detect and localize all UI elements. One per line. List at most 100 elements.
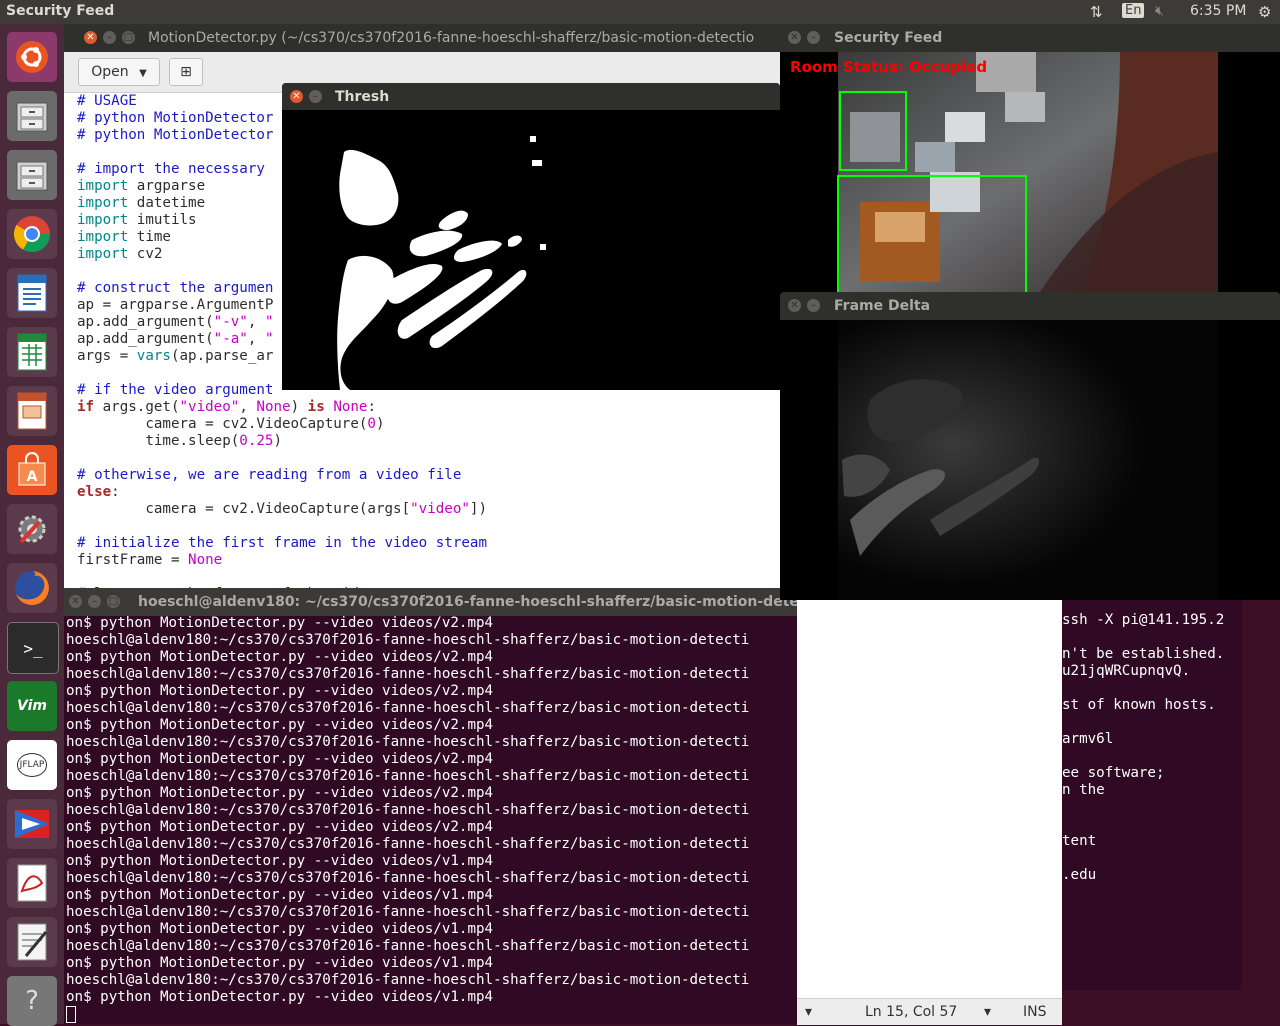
help-icon[interactable]: ? [7, 976, 57, 1026]
jflap-icon[interactable]: JFLAP [7, 740, 57, 790]
code-token: ap.add_argument( [77, 314, 214, 330]
code-line[interactable]: camera = cv2.VideoCapture(0) [77, 416, 487, 433]
maximize-icon[interactable]: □ [122, 31, 135, 44]
close-icon[interactable]: ✕ [788, 299, 801, 312]
terminal-line: on$ python MotionDetector.py --video vid… [66, 785, 494, 801]
code-token: : [111, 484, 120, 500]
close-icon[interactable]: ✕ [788, 31, 801, 44]
open-button[interactable]: Open ▼ [78, 58, 160, 86]
volume-muted-icon[interactable]: 🔇︎ [1155, 3, 1164, 19]
language-dropdown-arrow-icon[interactable]: ▾ [805, 1004, 812, 1020]
close-icon[interactable]: ✕ [69, 595, 82, 608]
security-feed-window[interactable]: ✕ – Security Feed Room Status: Occupied [780, 24, 1280, 294]
code-token: args = [77, 348, 137, 364]
settings-gear-icon[interactable]: ⚙ [1258, 3, 1271, 21]
vim-glyph: Vim [17, 698, 47, 714]
minimize-icon[interactable]: – [88, 595, 101, 608]
new-document-button[interactable]: ⊞ [169, 58, 203, 86]
background-terminal-line: ssh -X pi@141.195.2 [1062, 612, 1225, 628]
close-icon[interactable]: ✕ [290, 90, 303, 103]
file-cabinet-icon[interactable] [7, 91, 57, 141]
frame-delta-window[interactable]: ✕ – Frame Delta [780, 292, 1280, 600]
writer-document-icon[interactable] [7, 268, 57, 318]
code-token: "video" [410, 501, 470, 517]
document-viewer-icon[interactable] [7, 858, 57, 908]
code-token: # python MotionDetector [77, 110, 274, 126]
firefox-icon[interactable] [7, 563, 57, 613]
code-line[interactable] [77, 569, 487, 586]
terminal-line: on$ python MotionDetector.py --video vid… [66, 615, 494, 631]
code-line[interactable]: # initialize the first frame in the vide… [77, 535, 487, 552]
clock[interactable]: 6:35 PM [1190, 3, 1246, 19]
svg-text:A: A [27, 469, 38, 485]
minimize-icon[interactable]: – [309, 90, 322, 103]
code-token: ) [273, 433, 283, 449]
network-arrows-icon[interactable]: ⇅ [1090, 3, 1103, 21]
code-token: None [256, 399, 291, 415]
cursor-position-label[interactable]: Ln 15, Col 57 [865, 1004, 957, 1020]
background-terminal-line: u21jqWRCupnqvQ. [1062, 663, 1191, 679]
code-token: camera = cv2.VideoCapture( [77, 416, 368, 432]
terminal-line: on$ python MotionDetector.py --video vid… [66, 717, 494, 733]
vim-icon[interactable]: Vim [7, 681, 57, 731]
code-line[interactable] [77, 450, 487, 467]
terminal-window[interactable]: ✕ – □ hoeschl@aldenv180: ~/cs370/cs370f2… [64, 588, 797, 1024]
code-line[interactable]: time.sleep(0.25) [77, 433, 487, 450]
settings-wrench-icon[interactable] [7, 504, 57, 554]
chrome-icon[interactable] [7, 209, 57, 259]
background-terminal-line: armv6l [1062, 731, 1114, 747]
code-token: time.sleep( [77, 433, 240, 449]
code-line[interactable]: else: [77, 484, 487, 501]
presentation-icon[interactable] [7, 386, 57, 436]
maximize-icon[interactable]: □ [107, 595, 120, 608]
terminal-line: hoeschl@aldenv180:~/cs370/cs370f2016-fan… [66, 666, 750, 682]
ubuntu-logo-icon[interactable] [7, 32, 57, 82]
code-token: vars [136, 348, 171, 364]
code-token: " [264, 331, 274, 347]
terminal-output[interactable]: on$ python MotionDetector.py --video vid… [66, 615, 749, 1023]
background-terminal-line [1062, 680, 1224, 697]
shopping-bag-icon[interactable]: A [7, 445, 57, 495]
minimize-icon[interactable]: – [807, 299, 820, 312]
code-line[interactable]: if args.get("video", None) is None: [77, 399, 487, 416]
minimize-icon[interactable]: – [103, 31, 116, 44]
terminal-icon[interactable]: >_ [7, 622, 59, 674]
background-terminal-line [1062, 850, 1224, 867]
keyboard-layout-indicator[interactable]: En [1122, 3, 1145, 18]
code-token: import [77, 178, 129, 194]
red-app-icon[interactable] [7, 799, 57, 849]
close-icon[interactable]: ✕ [84, 31, 97, 44]
gedit-titlebar[interactable]: ✕ – □ MotionDetector.py (~/cs370/cs370f2… [64, 24, 780, 52]
terminal-line: on$ python MotionDetector.py --video vid… [66, 649, 494, 665]
code-line[interactable]: firstFrame = None [77, 552, 487, 569]
background-terminal-line [1062, 629, 1224, 646]
code-line[interactable]: # otherwise, we are reading from a video… [77, 467, 487, 484]
thresh-window[interactable]: ✕ – Thresh [282, 83, 780, 390]
gedit-title: MotionDetector.py (~/cs370/cs370f2016-fa… [148, 30, 755, 46]
code-token: 0.25 [239, 433, 274, 449]
terminal-line: on$ python MotionDetector.py --video vid… [66, 683, 494, 699]
terminal-titlebar[interactable]: ✕ – □ hoeschl@aldenv180: ~/cs370/cs370f2… [64, 588, 797, 616]
file-cabinet-icon[interactable] [7, 150, 57, 200]
terminal-line: on$ python MotionDetector.py --video vid… [66, 887, 494, 903]
thresh-image [282, 110, 780, 390]
background-terminal-line: ee software; [1062, 765, 1165, 781]
text-editor-icon[interactable] [7, 917, 57, 967]
tab-width-dropdown-arrow-icon[interactable]: ▾ [984, 1004, 991, 1020]
code-token: cv2 [128, 246, 163, 262]
feed-titlebar[interactable]: ✕ – Security Feed [780, 24, 1280, 52]
jflap-glyph: JFLAP [16, 753, 48, 777]
thresh-titlebar[interactable]: ✕ – Thresh [282, 83, 780, 110]
minimize-icon[interactable]: – [807, 31, 820, 44]
delta-titlebar[interactable]: ✕ – Frame Delta [780, 292, 1280, 320]
terminal-cursor [66, 1006, 749, 1023]
code-line[interactable] [77, 518, 487, 535]
open-button-label: Open [91, 64, 129, 80]
terminal-glyph: >_ [23, 638, 43, 658]
code-token: is [307, 399, 325, 415]
code-line[interactable]: camera = cv2.VideoCapture(args["video"]) [77, 501, 487, 518]
spreadsheet-icon[interactable] [7, 327, 57, 377]
background-terminal-window[interactable]: ssh -X pi@141.195.2 n't be established. u2… [1062, 600, 1242, 990]
code-token: ) [375, 416, 385, 432]
thresh-title: Thresh [335, 89, 390, 105]
